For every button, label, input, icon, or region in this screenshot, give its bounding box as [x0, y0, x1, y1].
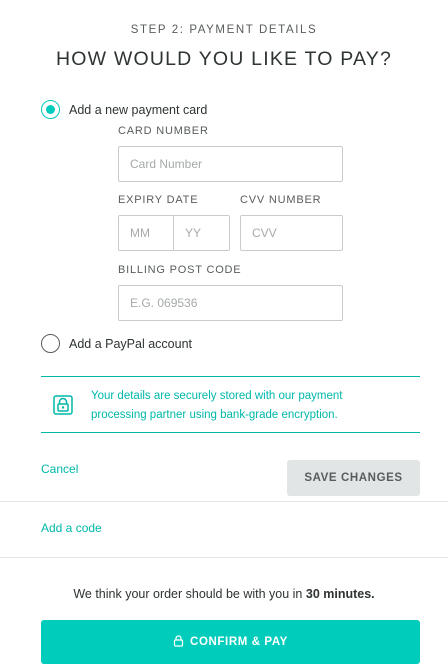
divider — [0, 557, 448, 558]
confirm-pay-button[interactable]: CONFIRM & PAY — [41, 620, 420, 664]
radio-selected-dot — [45, 104, 55, 114]
eta-text: We think your order should be with you i… — [73, 587, 303, 601]
cvv-label: CVV NUMBER — [240, 194, 322, 206]
cancel-link[interactable]: Cancel — [41, 462, 78, 476]
card-number-label: CARD NUMBER — [118, 125, 209, 137]
eta-time: 30 minutes. — [305, 587, 375, 601]
add-code-link[interactable]: Add a code — [41, 521, 102, 535]
card-option[interactable]: Add a new payment card — [41, 100, 207, 119]
delivery-eta: We think your order should be with you i… — [0, 587, 448, 601]
divider — [0, 501, 448, 502]
save-changes-button[interactable]: SAVE CHANGES — [287, 460, 420, 496]
security-notice: Your details are securely stored with ou… — [41, 376, 420, 433]
paypal-option[interactable]: Add a PayPal account — [41, 334, 192, 353]
postcode-label: BILLING POST CODE — [118, 264, 242, 276]
expiry-month-input[interactable] — [118, 215, 174, 251]
card-radio[interactable] — [41, 100, 60, 119]
lock-icon — [173, 634, 184, 650]
cvv-input[interactable] — [240, 215, 343, 251]
security-notice-text: Your details are securely stored with ou… — [91, 390, 343, 421]
lock-icon — [53, 395, 73, 420]
expiry-date-label: EXPIRY DATE — [118, 194, 199, 206]
paypal-radio[interactable] — [41, 334, 60, 353]
expiry-year-input[interactable] — [173, 215, 230, 251]
confirm-pay-label: CONFIRM & PAY — [190, 636, 288, 648]
postcode-input[interactable] — [118, 285, 343, 321]
page-title: HOW WOULD YOU LIKE TO PAY? — [55, 48, 393, 70]
step-label: STEP 2: PAYMENT DETAILS — [130, 24, 318, 36]
card-number-input[interactable] — [118, 146, 343, 182]
card-option-label: Add a new payment card — [69, 102, 208, 117]
paypal-option-label: Add a PayPal account — [69, 336, 192, 351]
